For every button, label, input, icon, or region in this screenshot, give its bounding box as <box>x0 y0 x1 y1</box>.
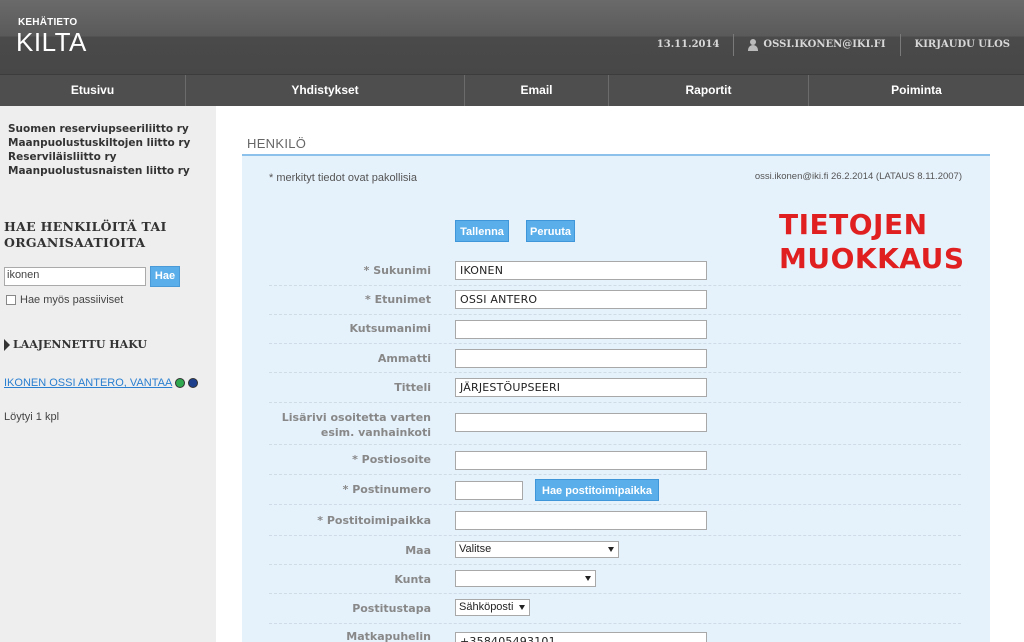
user-email[interactable]: OSSI.IKONEN@IKI.FI <box>763 34 885 56</box>
nav-yhdistykset[interactable]: Yhdistykset <box>186 75 465 106</box>
green-status-icon <box>175 378 186 388</box>
form-row-etunimet: * Etunimet OSSI ANTERO <box>269 286 961 315</box>
form-row-postinumero: * Postinumero Hae postitoimipaikka <box>269 475 961 505</box>
lookup-postal-button[interactable]: Hae postitoimipaikka <box>535 479 660 501</box>
passive-checkbox-row[interactable]: Hae myös passiiviset <box>6 294 123 306</box>
association-list: Suomen reserviupseeriliitto ry Maanpuolu… <box>8 122 190 178</box>
ammatti-input[interactable] <box>455 349 707 368</box>
field-label: Ammatti <box>377 352 431 365</box>
user-info[interactable]: OSSI.IKONEN@IKI.FI <box>733 34 899 56</box>
field-label: Kunta <box>394 573 431 586</box>
titteli-input[interactable]: JÄRJESTÖUPSEERI <box>455 378 707 397</box>
required-note: * merkityt tiedot ovat pakollisia <box>269 172 417 184</box>
field-label: Lisärivi osoitetta varten esim. vanhaink… <box>282 410 431 440</box>
association-item[interactable]: Reserviläisliitto ry <box>8 150 190 164</box>
search-result[interactable]: IKONEN OSSI ANTERO, VANTAA <box>4 377 199 389</box>
maa-select[interactable]: Valitse <box>455 541 619 558</box>
search-title-line: ORGANISAATIOITA <box>4 235 146 250</box>
form-row-kutsumanimi: Kutsumanimi <box>269 315 961 344</box>
chevron-down-icon <box>585 576 591 581</box>
matkapuhelin-input[interactable]: +358405493101 <box>455 632 707 642</box>
form-row-postitustapa: Postitustapa Sähköposti <box>269 594 961 624</box>
logout-link[interactable]: KIRJAUDU ULOS <box>899 34 1024 56</box>
lisarivi-input[interactable] <box>455 413 707 432</box>
form-row-matkapuhelin: Matkapuhelin +358405493101 <box>269 624 961 642</box>
logo[interactable]: KILTA <box>16 27 87 58</box>
postitustapa-select[interactable]: Sähköposti <box>455 599 530 616</box>
nav-poiminta[interactable]: Poiminta <box>809 75 1024 106</box>
association-item[interactable]: Maanpuolustuskiltojen liitto ry <box>8 136 190 150</box>
field-label: Postitustapa <box>352 602 431 615</box>
nav-raportit[interactable]: Raportit <box>609 75 809 106</box>
field-label-line: Lisärivi osoitetta varten <box>281 411 431 424</box>
extended-search-toggle[interactable]: LAAJENNETTU HAKU <box>4 338 147 351</box>
field-label: * Postiosoite <box>352 453 431 466</box>
result-count: Löytyi 1 kpl <box>4 411 60 423</box>
form-row-lisarivi: Lisärivi osoitetta varten esim. vanhaink… <box>269 403 961 445</box>
user-icon <box>748 39 759 51</box>
maa-selected-value: Valitse <box>459 543 492 555</box>
form-row-titteli: Titteli JÄRJESTÖUPSEERI <box>269 373 961 403</box>
field-label: * Postitoimipaikka <box>317 514 431 527</box>
expand-arrow-icon <box>4 338 10 351</box>
form-row-maa: Maa Valitse <box>269 536 961 565</box>
postinumero-input[interactable] <box>455 481 523 500</box>
form-row-postiosoite: * Postiosoite <box>269 445 961 475</box>
result-link[interactable]: IKONEN OSSI ANTERO, VANTAA <box>4 377 172 389</box>
header-user-area: 13.11.2014 OSSI.IKONEN@IKI.FI KIRJAUDU U… <box>643 34 1024 56</box>
sidebar: Suomen reserviupseeriliitto ry Maanpuolu… <box>0 106 216 642</box>
postitoimipaikka-input[interactable] <box>455 511 707 530</box>
passive-checkbox[interactable] <box>6 295 16 305</box>
search-button[interactable]: Hae <box>150 266 180 287</box>
page-title: HENKILÖ <box>247 136 307 151</box>
nav-etusivu[interactable]: Etusivu <box>0 75 186 106</box>
passive-label: Hae myös passiiviset <box>20 294 124 306</box>
association-item[interactable]: Maanpuolustusnaisten liitto ry <box>8 164 190 178</box>
etunimet-input[interactable]: OSSI ANTERO <box>455 290 707 309</box>
search-title-line: HAE HENKILÖITÄ TAI <box>4 219 167 234</box>
field-label: * Sukunimi <box>363 264 431 277</box>
cancel-button[interactable]: Peruuta <box>526 220 575 242</box>
field-label: Maa <box>405 544 431 557</box>
postiosoite-input[interactable] <box>455 451 707 470</box>
field-label: Kutsumanimi <box>349 322 431 335</box>
kunta-select[interactable] <box>455 570 596 587</box>
search-title: HAE HENKILÖITÄ TAI ORGANISAATIOITA <box>4 219 167 251</box>
form-row-kunta: Kunta <box>269 565 961 594</box>
main-nav: Etusivu Yhdistykset Email Raportit Poimi… <box>0 74 1024 106</box>
form-row-sukunimi: * Sukunimi IKONEN <box>269 256 961 286</box>
form-row-ammatti: Ammatti <box>269 344 961 373</box>
field-label: * Etunimet <box>365 293 431 306</box>
field-label: * Postinumero <box>342 483 431 496</box>
extended-search-label: LAAJENNETTU HAKU <box>13 338 147 351</box>
field-label: Matkapuhelin <box>346 630 431 642</box>
blue-status-icon <box>188 378 199 388</box>
search-input[interactable]: ikonen <box>4 267 146 286</box>
sukunimi-input[interactable]: IKONEN <box>455 261 707 280</box>
chevron-down-icon <box>608 547 614 552</box>
top-header: KEHÄTIETO KILTA 13.11.2014 OSSI.IKONEN@I… <box>0 0 1024 74</box>
field-label: Titteli <box>394 381 431 394</box>
kutsumanimi-input[interactable] <box>455 320 707 339</box>
postitustapa-selected-value: Sähköposti <box>459 601 514 613</box>
current-date: 13.11.2014 <box>656 39 720 50</box>
record-meta: ossi.ikonen@iki.fi 26.2.2014 (LATAUS 8.1… <box>754 171 962 182</box>
field-label-line: esim. vanhainkoti <box>320 426 431 439</box>
chevron-down-icon <box>519 605 525 610</box>
overlay-line: TIETOJEN <box>779 208 928 241</box>
association-item[interactable]: Suomen reserviupseeriliitto ry <box>8 122 190 136</box>
save-button[interactable]: Tallenna <box>455 220 509 242</box>
form-row-postitoimipaikka: * Postitoimipaikka <box>269 505 961 536</box>
nav-email[interactable]: Email <box>465 75 609 106</box>
